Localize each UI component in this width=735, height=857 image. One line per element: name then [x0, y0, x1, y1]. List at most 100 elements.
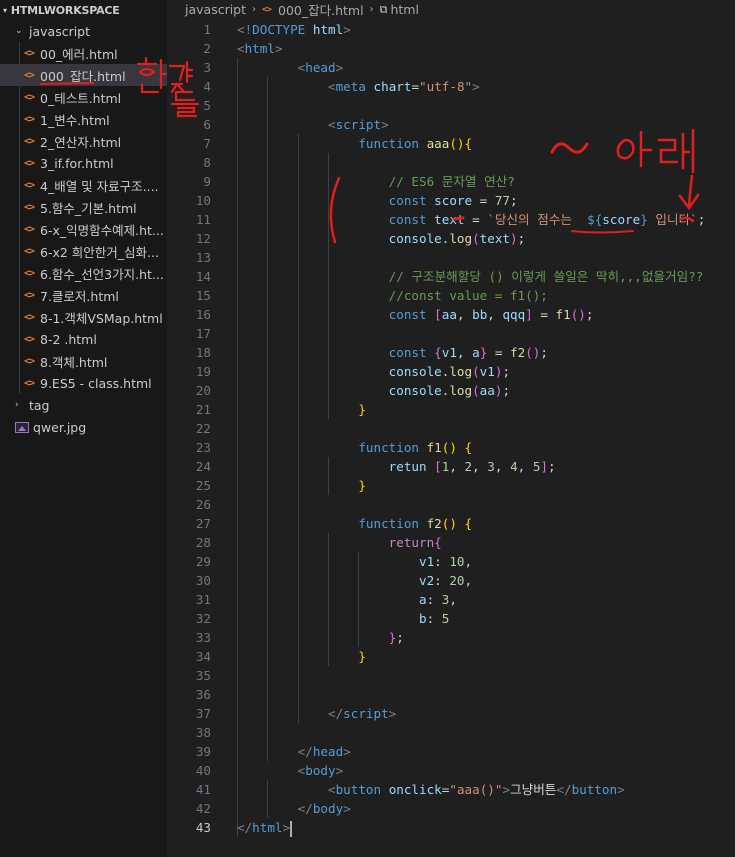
- code-line[interactable]: 16 const [aa, bb, qqq] = f1();: [167, 305, 735, 324]
- chevron-down-icon: ⌄: [15, 26, 23, 36]
- code-token: function: [358, 136, 419, 151]
- code-line[interactable]: 13: [167, 248, 735, 267]
- file-item[interactable]: qwer.jpg: [0, 416, 167, 438]
- file-item[interactable]: <> 7.클로저.html: [0, 284, 167, 306]
- code-line[interactable]: 43 </html>: [167, 818, 735, 837]
- file-item[interactable]: <> 5.함수_기본.html: [0, 196, 167, 218]
- code-text: </head>: [237, 742, 351, 761]
- code-line[interactable]: 40 <body>: [167, 761, 735, 780]
- code-token: >: [472, 79, 480, 94]
- file-item[interactable]: <> 00_에러.html: [0, 42, 167, 64]
- code-line[interactable]: 31 a: 3,: [167, 590, 735, 609]
- line-number: 41: [195, 782, 211, 797]
- file-item[interactable]: <> 0_테스트.html: [0, 86, 167, 108]
- html-file-icon: <>: [24, 333, 35, 345]
- code-line[interactable]: 19 console.log(v1);: [167, 362, 735, 381]
- breadcrumb-file[interactable]: 000_잡다.html: [278, 0, 364, 19]
- code-line[interactable]: 27 function f2() {: [167, 514, 735, 533]
- file-item[interactable]: <> 6-x2 희안한거_심화...: [0, 240, 167, 262]
- file-label: 8-1.객체VSMap.html: [40, 310, 163, 326]
- file-item[interactable]: <> 1_변수.html: [0, 108, 167, 130]
- code-line[interactable]: 28 return{: [167, 533, 735, 552]
- code-line[interactable]: 15 //const value = f1();: [167, 286, 735, 305]
- code-line[interactable]: 6 <script>: [167, 115, 735, 134]
- line-number: 1: [203, 22, 211, 37]
- breadcrumb-symbol[interactable]: html: [390, 2, 418, 17]
- code-line[interactable]: 11 const text = `당신의 점수는 ${score} 입니다`;: [167, 210, 735, 229]
- code-token: 4: [510, 459, 518, 474]
- code-text: }: [237, 400, 366, 419]
- code-token: 5: [441, 611, 450, 626]
- code-token: "aaa()": [449, 782, 503, 797]
- code-line[interactable]: 4 <meta chart="utf-8">: [167, 77, 735, 96]
- code-line[interactable]: 14 // 구조분해할당 () 이렇게 쓸일은 딱히,,,없을거임??: [167, 267, 735, 286]
- code-line[interactable]: 30 v2: 20,: [167, 571, 735, 590]
- file-item[interactable]: <> 6.함수_선언3가지.ht...: [0, 262, 167, 284]
- file-item[interactable]: <> 000_잡다.html: [0, 64, 167, 86]
- file-item[interactable]: <> 8-1.객체VSMap.html: [0, 306, 167, 328]
- code-line[interactable]: 36: [167, 685, 735, 704]
- code-line[interactable]: 26: [167, 495, 735, 514]
- line-number: 17: [195, 326, 211, 341]
- code-line[interactable]: 5: [167, 96, 735, 115]
- code-token: const: [388, 345, 427, 360]
- code-token: (: [472, 231, 480, 246]
- code-text: </script>: [237, 704, 396, 723]
- folder-tag[interactable]: › tag: [0, 394, 167, 416]
- code-token: ${: [587, 212, 603, 227]
- code-token: =: [532, 307, 556, 322]
- code-token: f2: [510, 345, 526, 360]
- code-line[interactable]: 38: [167, 723, 735, 742]
- code-line[interactable]: 42 </body>: [167, 799, 735, 818]
- code-token: const: [388, 212, 427, 227]
- code-line[interactable]: 34 }: [167, 647, 735, 666]
- code-editor[interactable]: javascript › <> 000_잡다.html › ⧉ html 1 <!…: [167, 0, 735, 857]
- code-line[interactable]: 23 function f1() {: [167, 438, 735, 457]
- folder-javascript[interactable]: ⌄ javascript: [0, 20, 167, 42]
- code-line[interactable]: 12 console.log(text);: [167, 229, 735, 248]
- code-line[interactable]: 10 const score = 77;: [167, 191, 735, 210]
- code-token: v2: [418, 573, 435, 588]
- workspace-header[interactable]: ▾ HTMLWORKSPACE: [0, 0, 167, 20]
- code-line[interactable]: 22: [167, 419, 735, 438]
- code-line[interactable]: 20 console.log(aa);: [167, 381, 735, 400]
- code-line[interactable]: 2 <html>: [167, 39, 735, 58]
- code-line[interactable]: 21 }: [167, 400, 735, 419]
- code-line[interactable]: 9 // ES6 문자열 연산?: [167, 172, 735, 191]
- code-line[interactable]: 32 b: 5: [167, 609, 735, 628]
- file-item[interactable]: <> 6-x_익명함수예제.ht...: [0, 218, 167, 240]
- file-item[interactable]: <> 4_배열 및 자료구조....: [0, 174, 167, 196]
- code-token: :: [434, 573, 450, 588]
- code-line[interactable]: 39 </head>: [167, 742, 735, 761]
- file-item[interactable]: <> 9.ES5 - class.html: [0, 372, 167, 394]
- file-item[interactable]: <> 8-2 .html: [0, 328, 167, 350]
- code-line[interactable]: 35: [167, 666, 735, 685]
- file-item[interactable]: <> 2_연산자.html: [0, 130, 167, 152]
- file-item[interactable]: <> 8.객체.html: [0, 350, 167, 372]
- code-line[interactable]: 7 function aaa(){: [167, 134, 735, 153]
- code-line[interactable]: 8: [167, 153, 735, 172]
- code-line[interactable]: 3 <head>: [167, 58, 735, 77]
- code-line[interactable]: 41 <button onclick="aaa()">그냥버튼</button>: [167, 780, 735, 799]
- file-item[interactable]: <> 3_if.for.html: [0, 152, 167, 174]
- code-token: (: [472, 383, 480, 398]
- code-line[interactable]: 17: [167, 324, 735, 343]
- line-number: 34: [195, 649, 211, 664]
- code-line[interactable]: 37 </script>: [167, 704, 735, 723]
- line-number: 6: [203, 117, 211, 132]
- code-line[interactable]: 29 v1: 10,: [167, 552, 735, 571]
- code-line[interactable]: 33 };: [167, 628, 735, 647]
- code-token: //const value = f1();: [388, 288, 548, 303]
- code-line[interactable]: 1 <!DOCTYPE html>: [167, 20, 735, 39]
- code-line[interactable]: 24 retun [1, 2, 3, 4, 5];: [167, 457, 735, 476]
- code-line[interactable]: 25 }: [167, 476, 735, 495]
- code-line[interactable]: 18 const {v1, a} = f2();: [167, 343, 735, 362]
- code-token: ,: [449, 459, 465, 474]
- breadcrumb-folder[interactable]: javascript: [185, 2, 246, 17]
